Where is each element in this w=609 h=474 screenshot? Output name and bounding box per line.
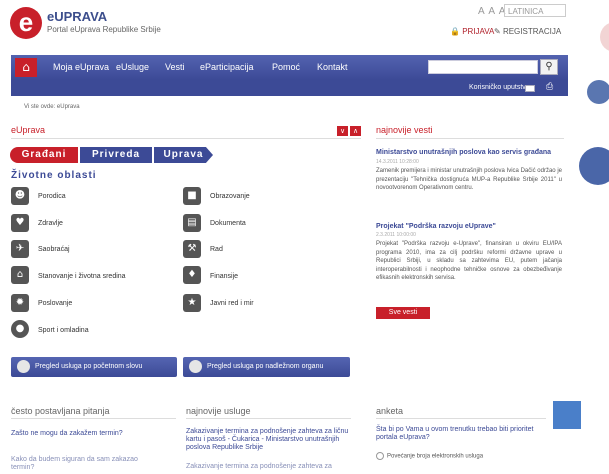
category-porodica[interactable]: Porodica — [38, 193, 66, 200]
business-icon[interactable]: ✹ — [11, 294, 29, 312]
news-headline[interactable]: Ministarstvo unutrašnjih poslova kao ser… — [376, 149, 564, 156]
tab-gradjani[interactable]: Građani — [10, 147, 78, 163]
section-title: eUprava — [11, 125, 46, 135]
faq-item[interactable]: Zašto ne mogu da zakažem termin? — [11, 430, 176, 438]
decorative-square — [553, 401, 581, 429]
family-icon[interactable]: ☻ — [11, 187, 29, 205]
collapse-button[interactable]: ∨ — [337, 126, 348, 136]
home-button[interactable]: ⌂ — [15, 58, 37, 77]
tab-uprava[interactable]: Uprava — [154, 147, 213, 163]
decorative-circle — [587, 80, 609, 104]
register-label: REGISTRACIJA — [502, 27, 562, 36]
nav-item-kontakt[interactable]: Kontakt — [317, 62, 348, 72]
category-javni-red[interactable]: Javni red i mir — [210, 300, 254, 307]
decorative-circle — [579, 147, 609, 185]
nav-item-vesti[interactable]: Vesti — [165, 62, 185, 72]
ball-icon[interactable]: ● — [11, 320, 29, 338]
police-icon[interactable]: ★ — [183, 294, 201, 312]
site-logo[interactable]: e — [10, 7, 42, 39]
print-icon[interactable]: ⎙ — [546, 82, 553, 92]
expand-button[interactable]: ∧ — [350, 126, 361, 136]
poll-option[interactable]: Povećanje broja elektronskih usluga — [376, 452, 483, 460]
divider — [11, 418, 176, 419]
traffic-icon[interactable]: ✈ — [11, 240, 29, 258]
faq-title: često postavljana pitanja — [11, 406, 110, 416]
news-date: 2.3.2011 10:00:00 — [376, 232, 416, 238]
divider — [11, 138, 361, 139]
chevron-down-icon: ∨ — [339, 127, 346, 135]
service-item[interactable]: Zakazivanje termina za podnošenje zahtev… — [186, 428, 351, 452]
user-manual-link[interactable]: Korisničko uputstvo — [469, 84, 530, 91]
heart-icon[interactable]: ♥ — [11, 214, 29, 232]
house-icon[interactable]: ⌂ — [11, 266, 29, 284]
news-title: najnovije vesti — [376, 125, 433, 135]
browse-by-letter-label: Pregled usluga po početnom slovu — [35, 363, 143, 370]
globe-icon — [189, 360, 202, 373]
lock-icon: 🔒 — [450, 27, 460, 36]
category-obrazovanje[interactable]: Obrazovanje — [210, 193, 250, 200]
poll-question: Šta bi po Vama u ovom trenutku trebao bi… — [376, 426, 534, 441]
folder-icon[interactable]: ■ — [183, 187, 201, 205]
search-input[interactable] — [428, 60, 538, 74]
news-date: 14.3.2011 10:28:00 — [376, 159, 419, 165]
nav-item-moja-euprava[interactable]: Moja eUprava — [53, 62, 109, 72]
main-navigation: ⌂ Moja eUprava eUsluge Vesti eParticipac… — [11, 55, 568, 80]
money-icon[interactable]: ♦ — [183, 266, 201, 284]
pencil-icon: ✎ — [494, 27, 501, 36]
globe-icon — [17, 360, 30, 373]
divider — [186, 418, 351, 419]
life-areas-title: Životne oblasti — [11, 170, 97, 181]
browse-by-authority-button[interactable]: Pregled usluga po nadležnom organu — [183, 357, 350, 377]
category-saobracaj[interactable]: Saobraćaj — [38, 246, 70, 253]
category-stanovanje[interactable]: Stanovanje i životna sredina — [38, 273, 126, 280]
news-text: Zamenik premijera i ministar unutrašnjih… — [376, 168, 562, 191]
chevron-up-icon: ∧ — [352, 127, 359, 135]
search-button[interactable]: ⚲ — [540, 59, 558, 75]
divider — [376, 138, 564, 139]
browse-by-letter-button[interactable]: Pregled usluga po početnom slovu — [11, 357, 177, 377]
sub-navigation: Korisničko uputstvo ⎙ — [11, 80, 568, 96]
breadcrumb: Vi ste ovde: eUprava — [24, 104, 80, 110]
category-sport[interactable]: Sport i omladina — [38, 327, 89, 334]
news-headline[interactable]: Projekat "Podrška razvoju eUprave" — [376, 223, 564, 230]
faq-item[interactable]: Kako da budem siguran da sam zakazao ter… — [11, 456, 161, 472]
script-select[interactable]: LATINICA — [504, 4, 566, 17]
browse-by-authority-label: Pregled usluga po nadležnom organu — [207, 363, 324, 370]
poll-radio[interactable] — [376, 452, 384, 460]
login-link[interactable]: 🔒 PRIJAVA — [450, 27, 494, 36]
register-link[interactable]: ✎ REGISTRACIJA — [494, 27, 561, 36]
audience-tabs: Građani Privreda Uprava — [10, 147, 213, 163]
category-finansije[interactable]: Finansije — [210, 273, 238, 280]
poll-option-label: Povećanje broja elektronskih usluga — [387, 453, 484, 460]
services-title: najnovije usluge — [186, 406, 251, 416]
decorative-circle — [600, 22, 609, 52]
manual-icon[interactable] — [525, 85, 535, 92]
nav-item-eusluge[interactable]: eUsluge — [116, 62, 149, 72]
category-rad[interactable]: Rad — [210, 246, 223, 253]
home-icon: ⌂ — [22, 60, 30, 74]
login-label: PRIJAVA — [462, 27, 495, 36]
font-size-controls[interactable]: A A A — [478, 6, 506, 17]
category-poslovanje[interactable]: Poslovanje — [38, 300, 72, 307]
poll-title: anketa — [376, 406, 404, 416]
search-icon: ⚲ — [545, 61, 553, 72]
divider — [376, 418, 546, 419]
document-icon[interactable]: ▤ — [183, 214, 201, 232]
all-news-button[interactable]: Sve vesti — [376, 307, 430, 319]
service-item[interactable]: Zakazivanje termina za podnošenje zahtev… — [186, 463, 351, 471]
site-name: eUPRAVA — [47, 9, 108, 24]
site-subtitle: Portal eUprava Republike Srbije — [47, 25, 161, 34]
wrench-icon[interactable]: ⚒ — [183, 240, 201, 258]
nav-item-pomoc[interactable]: Pomoć — [272, 62, 300, 72]
category-dokumenta[interactable]: Dokumenta — [210, 220, 246, 227]
tab-privreda[interactable]: Privreda — [80, 147, 152, 163]
news-text: Projekat "Podrška razvoju e-Uprave", fin… — [376, 241, 562, 281]
category-zdravlje[interactable]: Zdravlje — [38, 220, 63, 227]
nav-item-eparticipacija[interactable]: eParticipacija — [200, 62, 254, 72]
